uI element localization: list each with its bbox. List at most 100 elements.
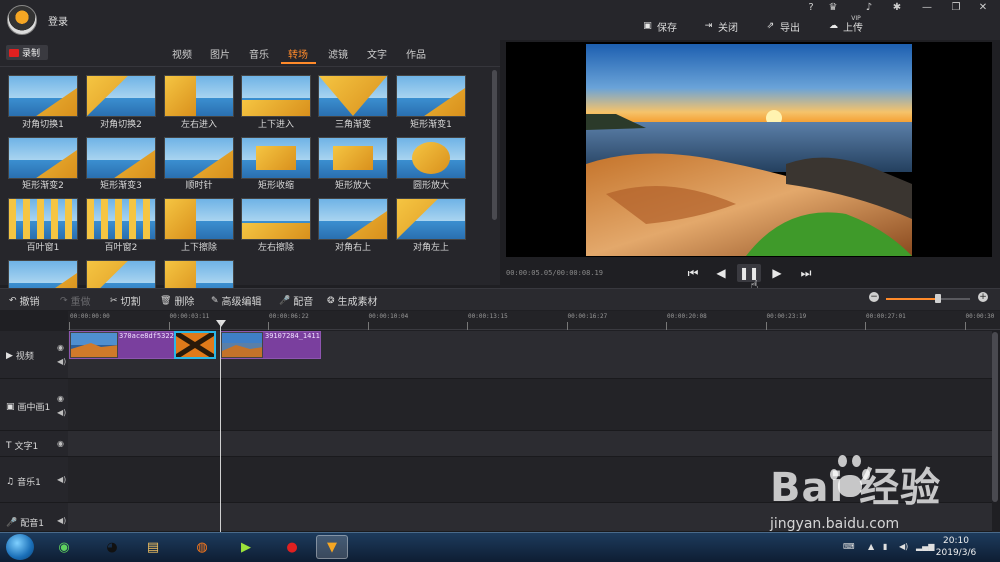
help-icon[interactable]: ?	[800, 1, 822, 15]
video-editor-taskbar-icon[interactable]: ▼	[316, 535, 348, 559]
upload-button[interactable]: ☁ 上传	[828, 18, 863, 34]
step-forward-icon[interactable]: ▶	[765, 264, 789, 282]
zoom-slider-handle[interactable]	[935, 294, 941, 303]
transition-thumbnail[interactable]	[396, 198, 466, 240]
transition-label: 矩形收缩	[257, 181, 294, 191]
volume-icon[interactable]: ◀)	[57, 475, 66, 484]
media-player-icon[interactable]: ▶	[230, 535, 262, 559]
transition-thumbnail[interactable]	[86, 75, 156, 117]
zoom-in-icon[interactable]: +	[978, 292, 988, 302]
playhead[interactable]	[220, 322, 221, 532]
clip-2-label: 39107284_1411	[265, 332, 320, 340]
keyboard-icon[interactable]: ⌨	[843, 542, 855, 551]
track-video-name: ▶ 视频	[6, 349, 34, 363]
transition-thumbnail[interactable]	[396, 75, 466, 117]
generate-icon: ❂	[327, 295, 335, 306]
tab-works[interactable]: 作品	[406, 46, 426, 61]
advanced-edit-button[interactable]: ✎ 高级编辑	[211, 293, 262, 309]
tab-music[interactable]: 音乐	[249, 46, 269, 61]
speaker-icon[interactable]: ◀)	[899, 542, 908, 551]
recorder-icon[interactable]: ●	[276, 535, 308, 559]
timeline-scrollbar[interactable]	[992, 332, 998, 502]
playhead-handle[interactable]	[216, 320, 226, 327]
transition-thumbnail[interactable]	[164, 198, 234, 240]
device-icon[interactable]: ▮	[883, 542, 887, 551]
cut-button[interactable]: ✂ 切割	[110, 293, 141, 309]
start-button-icon[interactable]	[6, 534, 34, 560]
firefox-icon[interactable]: ◍	[186, 535, 218, 559]
system-clock[interactable]: 20:10 2019/3/6	[935, 535, 977, 559]
minimize-icon[interactable]: —	[916, 1, 938, 15]
transition-thumbnail[interactable]	[8, 75, 78, 117]
dub-button[interactable]: 🎤 配音	[279, 293, 313, 309]
tab-filter[interactable]: 滤镜	[328, 46, 348, 61]
gear-icon[interactable]: ✱	[886, 1, 908, 15]
eye-icon[interactable]: ◉	[57, 394, 64, 403]
track-row-pip[interactable]	[68, 379, 992, 431]
transition-clip[interactable]	[174, 330, 216, 360]
generate-button[interactable]: ❂ 生成素材	[327, 293, 378, 309]
ruler-tick	[566, 322, 568, 330]
vip-icon[interactable]: ♛	[822, 1, 844, 15]
scissors-icon: ✂	[110, 295, 118, 306]
export-icon: ⇗	[766, 20, 775, 31]
transition-label: 对角右上	[334, 243, 371, 253]
skip-start-icon[interactable]: ⏮	[681, 264, 705, 282]
close-icon[interactable]: ✕	[972, 1, 994, 15]
time-readout: 00:00:05.05/00:00:08.19	[506, 269, 603, 277]
track-head-pip: ▣ 画中画1 ◉ ◀)	[0, 379, 68, 431]
transition-thumbnail[interactable]	[8, 137, 78, 179]
transition-thumbnail[interactable]	[318, 137, 388, 179]
maximize-icon[interactable]: ❐	[945, 1, 967, 15]
transition-thumbnail[interactable]	[241, 75, 311, 117]
network-icon[interactable]: ▂▄▆	[916, 542, 934, 551]
tab-video[interactable]: 视频	[172, 46, 192, 61]
green-app-icon[interactable]: ◉	[48, 535, 80, 559]
tray-arrow-icon[interactable]: ▲	[868, 542, 874, 551]
zoom-out-icon[interactable]: −	[869, 292, 879, 302]
undo-button[interactable]: ↶ 撤销	[9, 293, 40, 309]
login-link[interactable]: 登录	[48, 13, 68, 28]
export-button[interactable]: ⇗ 导出	[765, 18, 800, 34]
eye-icon[interactable]: ◉	[57, 439, 64, 448]
transition-thumbnail[interactable]	[241, 137, 311, 179]
transition-thumbnail[interactable]	[164, 137, 234, 179]
transition-thumbnail[interactable]	[8, 198, 78, 240]
tab-transition[interactable]: 转场	[288, 46, 308, 61]
transition-thumbnail[interactable]	[86, 137, 156, 179]
redo-button[interactable]: ↷ 重做	[60, 293, 91, 309]
transition-thumbnail[interactable]	[241, 198, 311, 240]
transition-thumbnail[interactable]	[164, 75, 234, 117]
ruler-tick-label: 00:00:13:15	[468, 313, 508, 320]
eye-icon[interactable]: ◉	[57, 343, 64, 352]
transition-thumbnail[interactable]	[318, 75, 388, 117]
undo-label: 撤销	[19, 297, 40, 308]
close-project-button[interactable]: ⇥ 关闭	[703, 18, 738, 34]
avatar[interactable]	[7, 5, 37, 35]
track-head-dub: 🎤 配音1 ◀)	[0, 503, 68, 532]
tab-text[interactable]: 文字	[367, 46, 387, 61]
ruler-tick-label: 00:00:20:08	[667, 313, 707, 320]
tab-image[interactable]: 图片	[210, 46, 230, 61]
zoom-slider-fill	[886, 298, 938, 300]
ruler-tick-label: 00:00:10:04	[368, 313, 409, 320]
volume-icon[interactable]: ◀)	[57, 408, 66, 417]
skip-end-icon[interactable]: ⏭	[794, 264, 818, 282]
clip-1-thumbnail	[70, 332, 118, 358]
media-scrollbar[interactable]	[492, 70, 497, 220]
file-explorer-icon[interactable]: ▤	[137, 535, 169, 559]
transition-thumbnail[interactable]	[396, 137, 466, 179]
track-row-text[interactable]	[68, 431, 992, 457]
transition-thumbnail[interactable]	[318, 198, 388, 240]
volume-icon[interactable]: ◀)	[57, 357, 66, 366]
volume-icon[interactable]: ◀)	[57, 516, 66, 525]
bell-icon[interactable]: ♪	[858, 1, 880, 15]
qq-icon[interactable]: ◕	[96, 535, 128, 559]
save-button[interactable]: ▣ 保存	[642, 18, 677, 34]
step-back-icon[interactable]: ◀	[709, 264, 733, 282]
transition-thumbnail[interactable]	[86, 198, 156, 240]
transition-label: 圆形放大	[412, 181, 449, 191]
ruler-tick-label: 00:00:30	[965, 313, 995, 320]
record-button[interactable]: 录制	[6, 45, 48, 60]
delete-button[interactable]: 🗑 删除	[160, 293, 194, 309]
